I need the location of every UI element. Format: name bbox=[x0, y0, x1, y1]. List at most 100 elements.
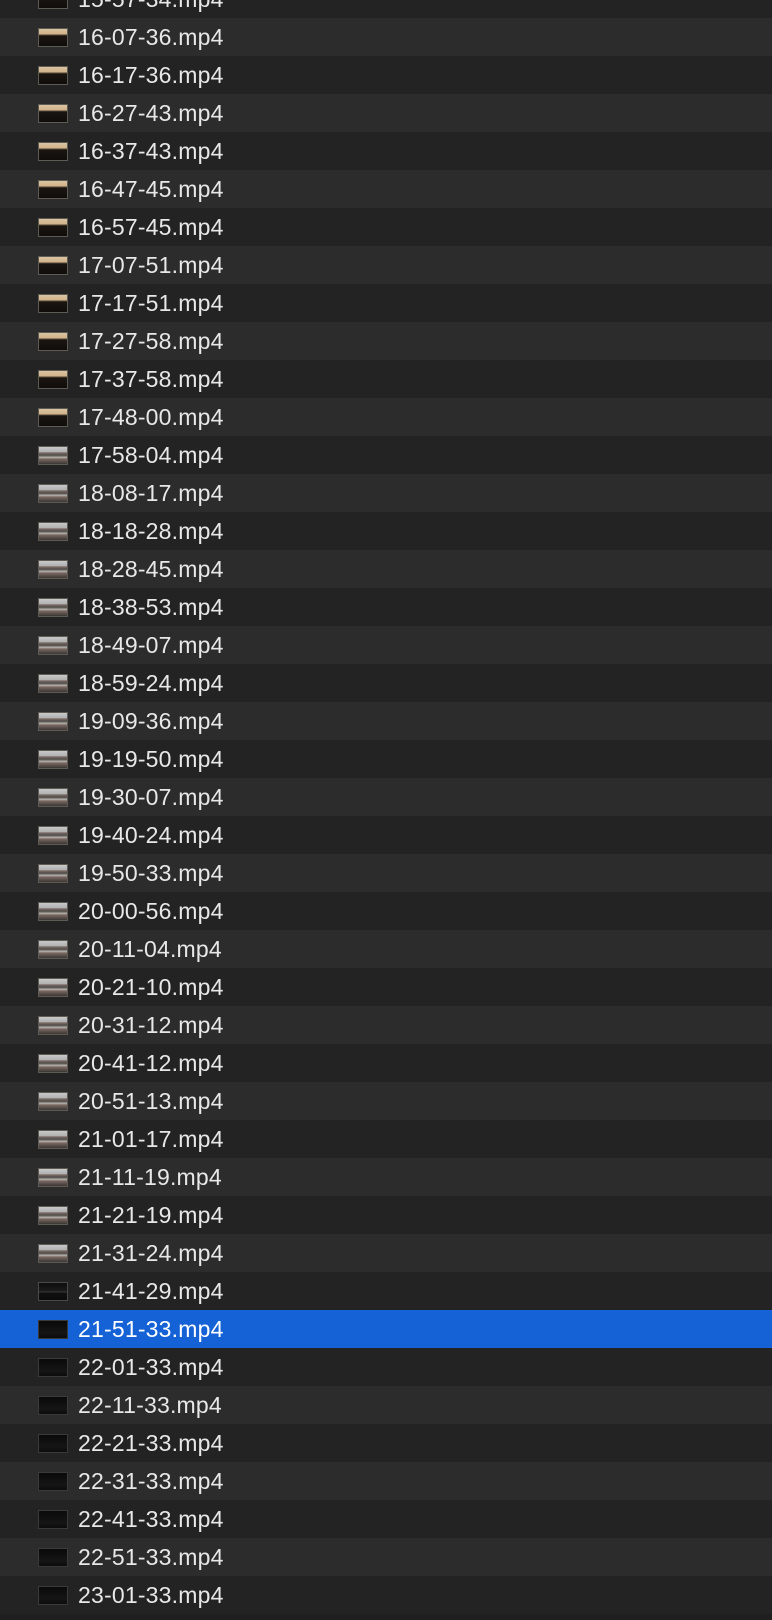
file-name: 16-47-45.mp4 bbox=[78, 175, 224, 202]
video-thumbnail-icon bbox=[38, 559, 68, 579]
video-thumbnail-icon bbox=[38, 255, 68, 275]
file-name: 17-48-00.mp4 bbox=[78, 403, 224, 430]
file-name: 21-51-33.mp4 bbox=[78, 1315, 224, 1342]
video-thumbnail-icon bbox=[38, 977, 68, 997]
file-row[interactable]: 16-07-36.mp4 bbox=[0, 18, 772, 56]
video-thumbnail-icon bbox=[38, 1053, 68, 1073]
file-row[interactable]: 19-40-24.mp4 bbox=[0, 816, 772, 854]
file-row[interactable]: 22-41-33.mp4 bbox=[0, 1500, 772, 1538]
file-row[interactable]: 22-01-33.mp4 bbox=[0, 1348, 772, 1386]
file-name: 19-50-33.mp4 bbox=[78, 859, 224, 886]
file-row[interactable]: 17-48-00.mp4 bbox=[0, 398, 772, 436]
file-row[interactable]: 16-47-45.mp4 bbox=[0, 170, 772, 208]
file-row[interactable]: 16-57-45.mp4 bbox=[0, 208, 772, 246]
video-thumbnail-icon bbox=[38, 749, 68, 769]
file-name: 23-01-33.mp4 bbox=[78, 1581, 224, 1608]
file-name: 20-41-12.mp4 bbox=[78, 1049, 224, 1076]
file-name: 17-17-51.mp4 bbox=[78, 289, 224, 316]
file-row[interactable]: 22-11-33.mp4 bbox=[0, 1386, 772, 1424]
video-thumbnail-icon bbox=[38, 217, 68, 237]
file-name: 18-49-07.mp4 bbox=[78, 631, 224, 658]
file-row[interactable]: 20-31-12.mp4 bbox=[0, 1006, 772, 1044]
file-name: 20-51-13.mp4 bbox=[78, 1087, 224, 1114]
file-name: 22-31-33.mp4 bbox=[78, 1467, 224, 1494]
file-list[interactable]: 15-57-34.mp4 16-07-36.mp4 16-17-36.mp4 16-2… bbox=[0, 0, 772, 1614]
file-name: 18-08-17.mp4 bbox=[78, 479, 224, 506]
file-row[interactable]: 20-11-04.mp4 bbox=[0, 930, 772, 968]
file-row[interactable]: 19-19-50.mp4 bbox=[0, 740, 772, 778]
video-thumbnail-icon bbox=[38, 597, 68, 617]
video-thumbnail-icon bbox=[38, 1281, 68, 1301]
video-thumbnail-icon bbox=[38, 673, 68, 693]
file-row[interactable]: 16-37-43.mp4 bbox=[0, 132, 772, 170]
file-name: 22-01-33.mp4 bbox=[78, 1353, 224, 1380]
file-row[interactable]: 23-01-33.mp4 bbox=[0, 1576, 772, 1614]
video-thumbnail-icon bbox=[38, 141, 68, 161]
video-thumbnail-icon bbox=[38, 939, 68, 959]
file-row[interactable]: 20-41-12.mp4 bbox=[0, 1044, 772, 1082]
video-thumbnail-icon bbox=[38, 1509, 68, 1529]
video-thumbnail-icon bbox=[38, 331, 68, 351]
video-thumbnail-icon bbox=[38, 27, 68, 47]
file-row[interactable]: 20-51-13.mp4 bbox=[0, 1082, 772, 1120]
file-name: 19-19-50.mp4 bbox=[78, 745, 224, 772]
file-row[interactable]: 18-59-24.mp4 bbox=[0, 664, 772, 702]
file-row[interactable]: 22-21-33.mp4 bbox=[0, 1424, 772, 1462]
file-name: 21-11-19.mp4 bbox=[78, 1163, 222, 1190]
file-row[interactable]: 18-38-53.mp4 bbox=[0, 588, 772, 626]
file-name: 16-27-43.mp4 bbox=[78, 99, 224, 126]
file-name: 15-57-34.mp4 bbox=[78, 0, 224, 11]
file-row[interactable]: 17-27-58.mp4 bbox=[0, 322, 772, 360]
file-row[interactable]: 16-27-43.mp4 bbox=[0, 94, 772, 132]
file-name: 20-00-56.mp4 bbox=[78, 897, 224, 924]
file-row[interactable]: 21-21-19.mp4 bbox=[0, 1196, 772, 1234]
file-row[interactable]: 18-18-28.mp4 bbox=[0, 512, 772, 550]
file-row[interactable]: 19-30-07.mp4 bbox=[0, 778, 772, 816]
video-thumbnail-icon bbox=[38, 711, 68, 731]
video-thumbnail-icon bbox=[38, 1205, 68, 1225]
file-row[interactable]: 18-49-07.mp4 bbox=[0, 626, 772, 664]
file-name: 16-07-36.mp4 bbox=[78, 23, 224, 50]
file-row[interactable]: 18-28-45.mp4 bbox=[0, 550, 772, 588]
video-thumbnail-icon bbox=[38, 369, 68, 389]
file-name: 22-51-33.mp4 bbox=[78, 1543, 224, 1570]
video-thumbnail-icon bbox=[38, 1547, 68, 1567]
file-row[interactable]: 22-51-33.mp4 bbox=[0, 1538, 772, 1576]
file-name: 16-57-45.mp4 bbox=[78, 213, 224, 240]
file-name: 18-59-24.mp4 bbox=[78, 669, 224, 696]
file-name: 17-58-04.mp4 bbox=[78, 441, 224, 468]
video-thumbnail-icon bbox=[38, 1243, 68, 1263]
video-thumbnail-icon bbox=[38, 1395, 68, 1415]
file-row[interactable]: 15-57-34.mp4 bbox=[0, 0, 772, 18]
video-thumbnail-icon bbox=[38, 521, 68, 541]
file-row[interactable]: 22-31-33.mp4 bbox=[0, 1462, 772, 1500]
file-name: 21-31-24.mp4 bbox=[78, 1239, 224, 1266]
file-row[interactable]: 17-17-51.mp4 bbox=[0, 284, 772, 322]
file-row[interactable]: 20-21-10.mp4 bbox=[0, 968, 772, 1006]
file-name: 20-11-04.mp4 bbox=[78, 935, 222, 962]
file-row[interactable]: 19-09-36.mp4 bbox=[0, 702, 772, 740]
file-name: 17-07-51.mp4 bbox=[78, 251, 224, 278]
file-name: 20-21-10.mp4 bbox=[78, 973, 224, 1000]
file-name: 21-01-17.mp4 bbox=[78, 1125, 224, 1152]
file-row-selected[interactable]: 21-51-33.mp4 bbox=[0, 1310, 772, 1348]
file-row[interactable]: 21-01-17.mp4 bbox=[0, 1120, 772, 1158]
file-row[interactable]: 21-11-19.mp4 bbox=[0, 1158, 772, 1196]
file-row[interactable]: 18-08-17.mp4 bbox=[0, 474, 772, 512]
file-row[interactable]: 21-31-24.mp4 bbox=[0, 1234, 772, 1272]
file-name: 17-37-58.mp4 bbox=[78, 365, 224, 392]
file-row[interactable]: 20-00-56.mp4 bbox=[0, 892, 772, 930]
file-row[interactable]: 16-17-36.mp4 bbox=[0, 56, 772, 94]
video-thumbnail-icon bbox=[38, 483, 68, 503]
video-thumbnail-icon bbox=[38, 787, 68, 807]
file-name: 18-38-53.mp4 bbox=[78, 593, 224, 620]
file-row[interactable]: 17-07-51.mp4 bbox=[0, 246, 772, 284]
video-thumbnail-icon bbox=[38, 1357, 68, 1377]
file-row[interactable]: 21-41-29.mp4 bbox=[0, 1272, 772, 1310]
file-name: 19-40-24.mp4 bbox=[78, 821, 224, 848]
file-row[interactable]: 19-50-33.mp4 bbox=[0, 854, 772, 892]
video-thumbnail-icon bbox=[38, 65, 68, 85]
file-row[interactable]: 17-37-58.mp4 bbox=[0, 360, 772, 398]
video-thumbnail-icon bbox=[38, 1091, 68, 1111]
file-row[interactable]: 17-58-04.mp4 bbox=[0, 436, 772, 474]
